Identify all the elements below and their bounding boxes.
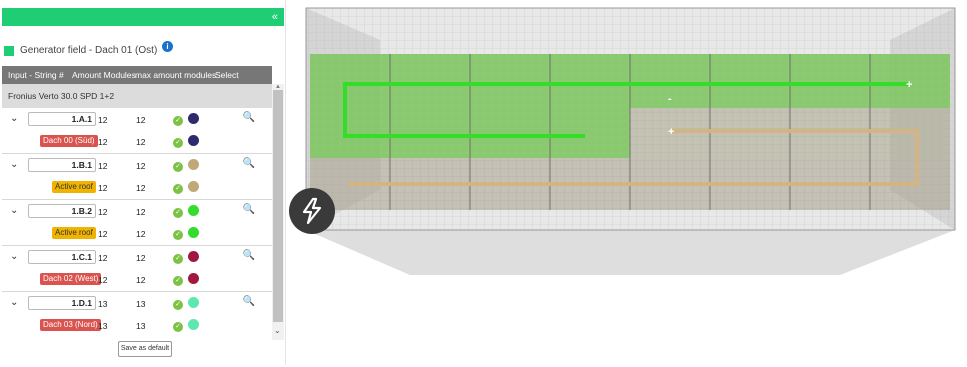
string-id-input[interactable]: 1.D.1 bbox=[28, 296, 96, 310]
chevron-down-icon[interactable]: ⌄ bbox=[10, 113, 18, 124]
amount-modules: 12 bbox=[98, 253, 108, 263]
roof-badge: Dach 03 (Nord) bbox=[40, 319, 101, 331]
string-group: ⌄ 1.B.1 12 12 ✓ 🔍 Active roof 12 12 ✓ bbox=[2, 154, 272, 200]
search-icon[interactable]: 🔍 bbox=[230, 204, 268, 218]
roof-badge: Dach 02 (West) bbox=[40, 273, 102, 285]
field-color-swatch bbox=[4, 46, 14, 56]
check-icon: ✓ bbox=[173, 208, 183, 218]
save-as-default-button[interactable]: Save as default bbox=[118, 341, 172, 357]
string-color-dot[interactable] bbox=[188, 159, 199, 170]
string-group: ⌄ 1.B.2 12 12 ✓ 🔍 Active roof 12 12 ✓ bbox=[2, 200, 272, 246]
roof-3d-view[interactable]: + - + bbox=[300, 0, 967, 365]
panel-header-bar: « bbox=[2, 8, 284, 26]
roof-badge: Dach 00 (Süd) bbox=[40, 135, 98, 147]
amount-modules: 12 bbox=[98, 207, 108, 217]
roof-amount-modules: 12 bbox=[98, 229, 108, 239]
chevron-down-icon[interactable]: ⌄ bbox=[10, 205, 18, 216]
generator-field-title: Generator field - Dach 01 (Ost) i bbox=[2, 38, 284, 64]
chevron-down-icon[interactable]: ⌄ bbox=[10, 159, 18, 170]
string-color-dot[interactable] bbox=[188, 251, 199, 262]
max-amount-modules: 12 bbox=[136, 253, 146, 263]
check-icon: ✓ bbox=[173, 162, 183, 172]
string-panel: « Generator field - Dach 01 (Ost) i Inpu… bbox=[2, 8, 284, 365]
page-title: Generator field - Dach 01 (Ost) bbox=[20, 45, 158, 56]
check-icon: ✓ bbox=[173, 322, 183, 332]
string-group: ⌄ 1.C.1 12 12 ✓ 🔍 Dach 02 (West) 12 12 ✓ bbox=[2, 246, 272, 292]
collapse-panel-icon[interactable]: « bbox=[272, 10, 278, 24]
check-icon: ✓ bbox=[173, 138, 183, 148]
inverter-name: Fronius Verto 30.0 SPD 1+2 bbox=[8, 91, 115, 101]
scrollbar[interactable]: ▲ ⌄ bbox=[272, 84, 284, 340]
roof-color-dot[interactable] bbox=[188, 319, 199, 330]
roof-color-dot[interactable] bbox=[188, 135, 199, 146]
roof-color-dot[interactable] bbox=[188, 181, 199, 192]
roof-front-face bbox=[306, 230, 955, 275]
roof-canvas[interactable]: + - + bbox=[300, 0, 967, 365]
string-color-dot[interactable] bbox=[188, 297, 199, 308]
string-id-input[interactable]: 1.B.2 bbox=[28, 204, 96, 218]
max-amount-modules: 12 bbox=[136, 207, 146, 217]
chevron-down-icon[interactable]: ⌄ bbox=[10, 251, 18, 262]
roof-max-modules: 13 bbox=[136, 321, 146, 331]
roof-max-modules: 12 bbox=[136, 229, 146, 239]
string-id-input[interactable]: 1.B.1 bbox=[28, 158, 96, 172]
roof-badge: Active roof bbox=[52, 181, 96, 193]
lightning-bolt-icon bbox=[302, 197, 322, 225]
check-icon: ✓ bbox=[173, 184, 183, 194]
chevron-down-icon[interactable]: ⌄ bbox=[274, 326, 281, 335]
max-amount-modules: 12 bbox=[136, 115, 146, 125]
amount-modules: 13 bbox=[98, 299, 108, 309]
search-icon[interactable]: 🔍 bbox=[230, 112, 268, 126]
string-plus-mark-2: + bbox=[668, 126, 674, 138]
string-group: ⌄ 1.D.1 13 13 ✓ 🔍 Dach 03 (Nord) 13 13 ✓ bbox=[2, 292, 272, 332]
check-icon: ✓ bbox=[173, 300, 183, 310]
string-plus-mark: + bbox=[906, 79, 912, 91]
header-input-string: Input - String # bbox=[8, 70, 64, 80]
search-icon[interactable]: 🔍 bbox=[230, 250, 268, 264]
roof-max-modules: 12 bbox=[136, 137, 146, 147]
panel-divider bbox=[285, 0, 286, 365]
string-list: ⌄ 1.A.1 12 12 ✓ 🔍 Dach 00 (Süd) 12 12 ✓ … bbox=[2, 108, 272, 332]
string-color-dot[interactable] bbox=[188, 113, 199, 124]
roof-badge: Active roof bbox=[52, 227, 96, 239]
roof-max-modules: 12 bbox=[136, 275, 146, 285]
string-id-input[interactable]: 1.A.1 bbox=[28, 112, 96, 126]
scroll-thumb[interactable] bbox=[273, 90, 283, 322]
roof-color-dot[interactable] bbox=[188, 273, 199, 284]
roof-amount-modules: 13 bbox=[98, 321, 108, 331]
header-amount-modules: Amount Modules bbox=[72, 70, 136, 80]
search-icon[interactable]: 🔍 bbox=[230, 158, 268, 172]
roof-amount-modules: 12 bbox=[98, 275, 108, 285]
check-icon: ✓ bbox=[173, 230, 183, 240]
roof-amount-modules: 12 bbox=[98, 183, 108, 193]
string-minus-mark: - bbox=[668, 93, 672, 105]
roof-color-dot[interactable] bbox=[188, 227, 199, 238]
roof-amount-modules: 12 bbox=[98, 137, 108, 147]
table-header: Input - String # Amount Modules max amou… bbox=[2, 66, 272, 84]
header-select: Select bbox=[215, 70, 239, 80]
max-amount-modules: 12 bbox=[136, 161, 146, 171]
check-icon: ✓ bbox=[173, 276, 183, 286]
info-icon[interactable]: i bbox=[162, 41, 173, 52]
string-group: ⌄ 1.A.1 12 12 ✓ 🔍 Dach 00 (Süd) 12 12 ✓ bbox=[2, 108, 272, 154]
lightning-bolt-button[interactable] bbox=[289, 188, 335, 234]
amount-modules: 12 bbox=[98, 115, 108, 125]
string-color-dot[interactable] bbox=[188, 205, 199, 216]
string-id-input[interactable]: 1.C.1 bbox=[28, 250, 96, 264]
header-max-modules: max amount modules bbox=[135, 70, 217, 80]
check-icon: ✓ bbox=[173, 116, 183, 126]
check-icon: ✓ bbox=[173, 254, 183, 264]
inverter-row: Fronius Verto 30.0 SPD 1+2 bbox=[2, 84, 272, 108]
roof-max-modules: 12 bbox=[136, 183, 146, 193]
amount-modules: 12 bbox=[98, 161, 108, 171]
chevron-down-icon[interactable]: ⌄ bbox=[10, 297, 18, 308]
search-icon[interactable]: 🔍 bbox=[230, 296, 268, 310]
max-amount-modules: 13 bbox=[136, 299, 146, 309]
